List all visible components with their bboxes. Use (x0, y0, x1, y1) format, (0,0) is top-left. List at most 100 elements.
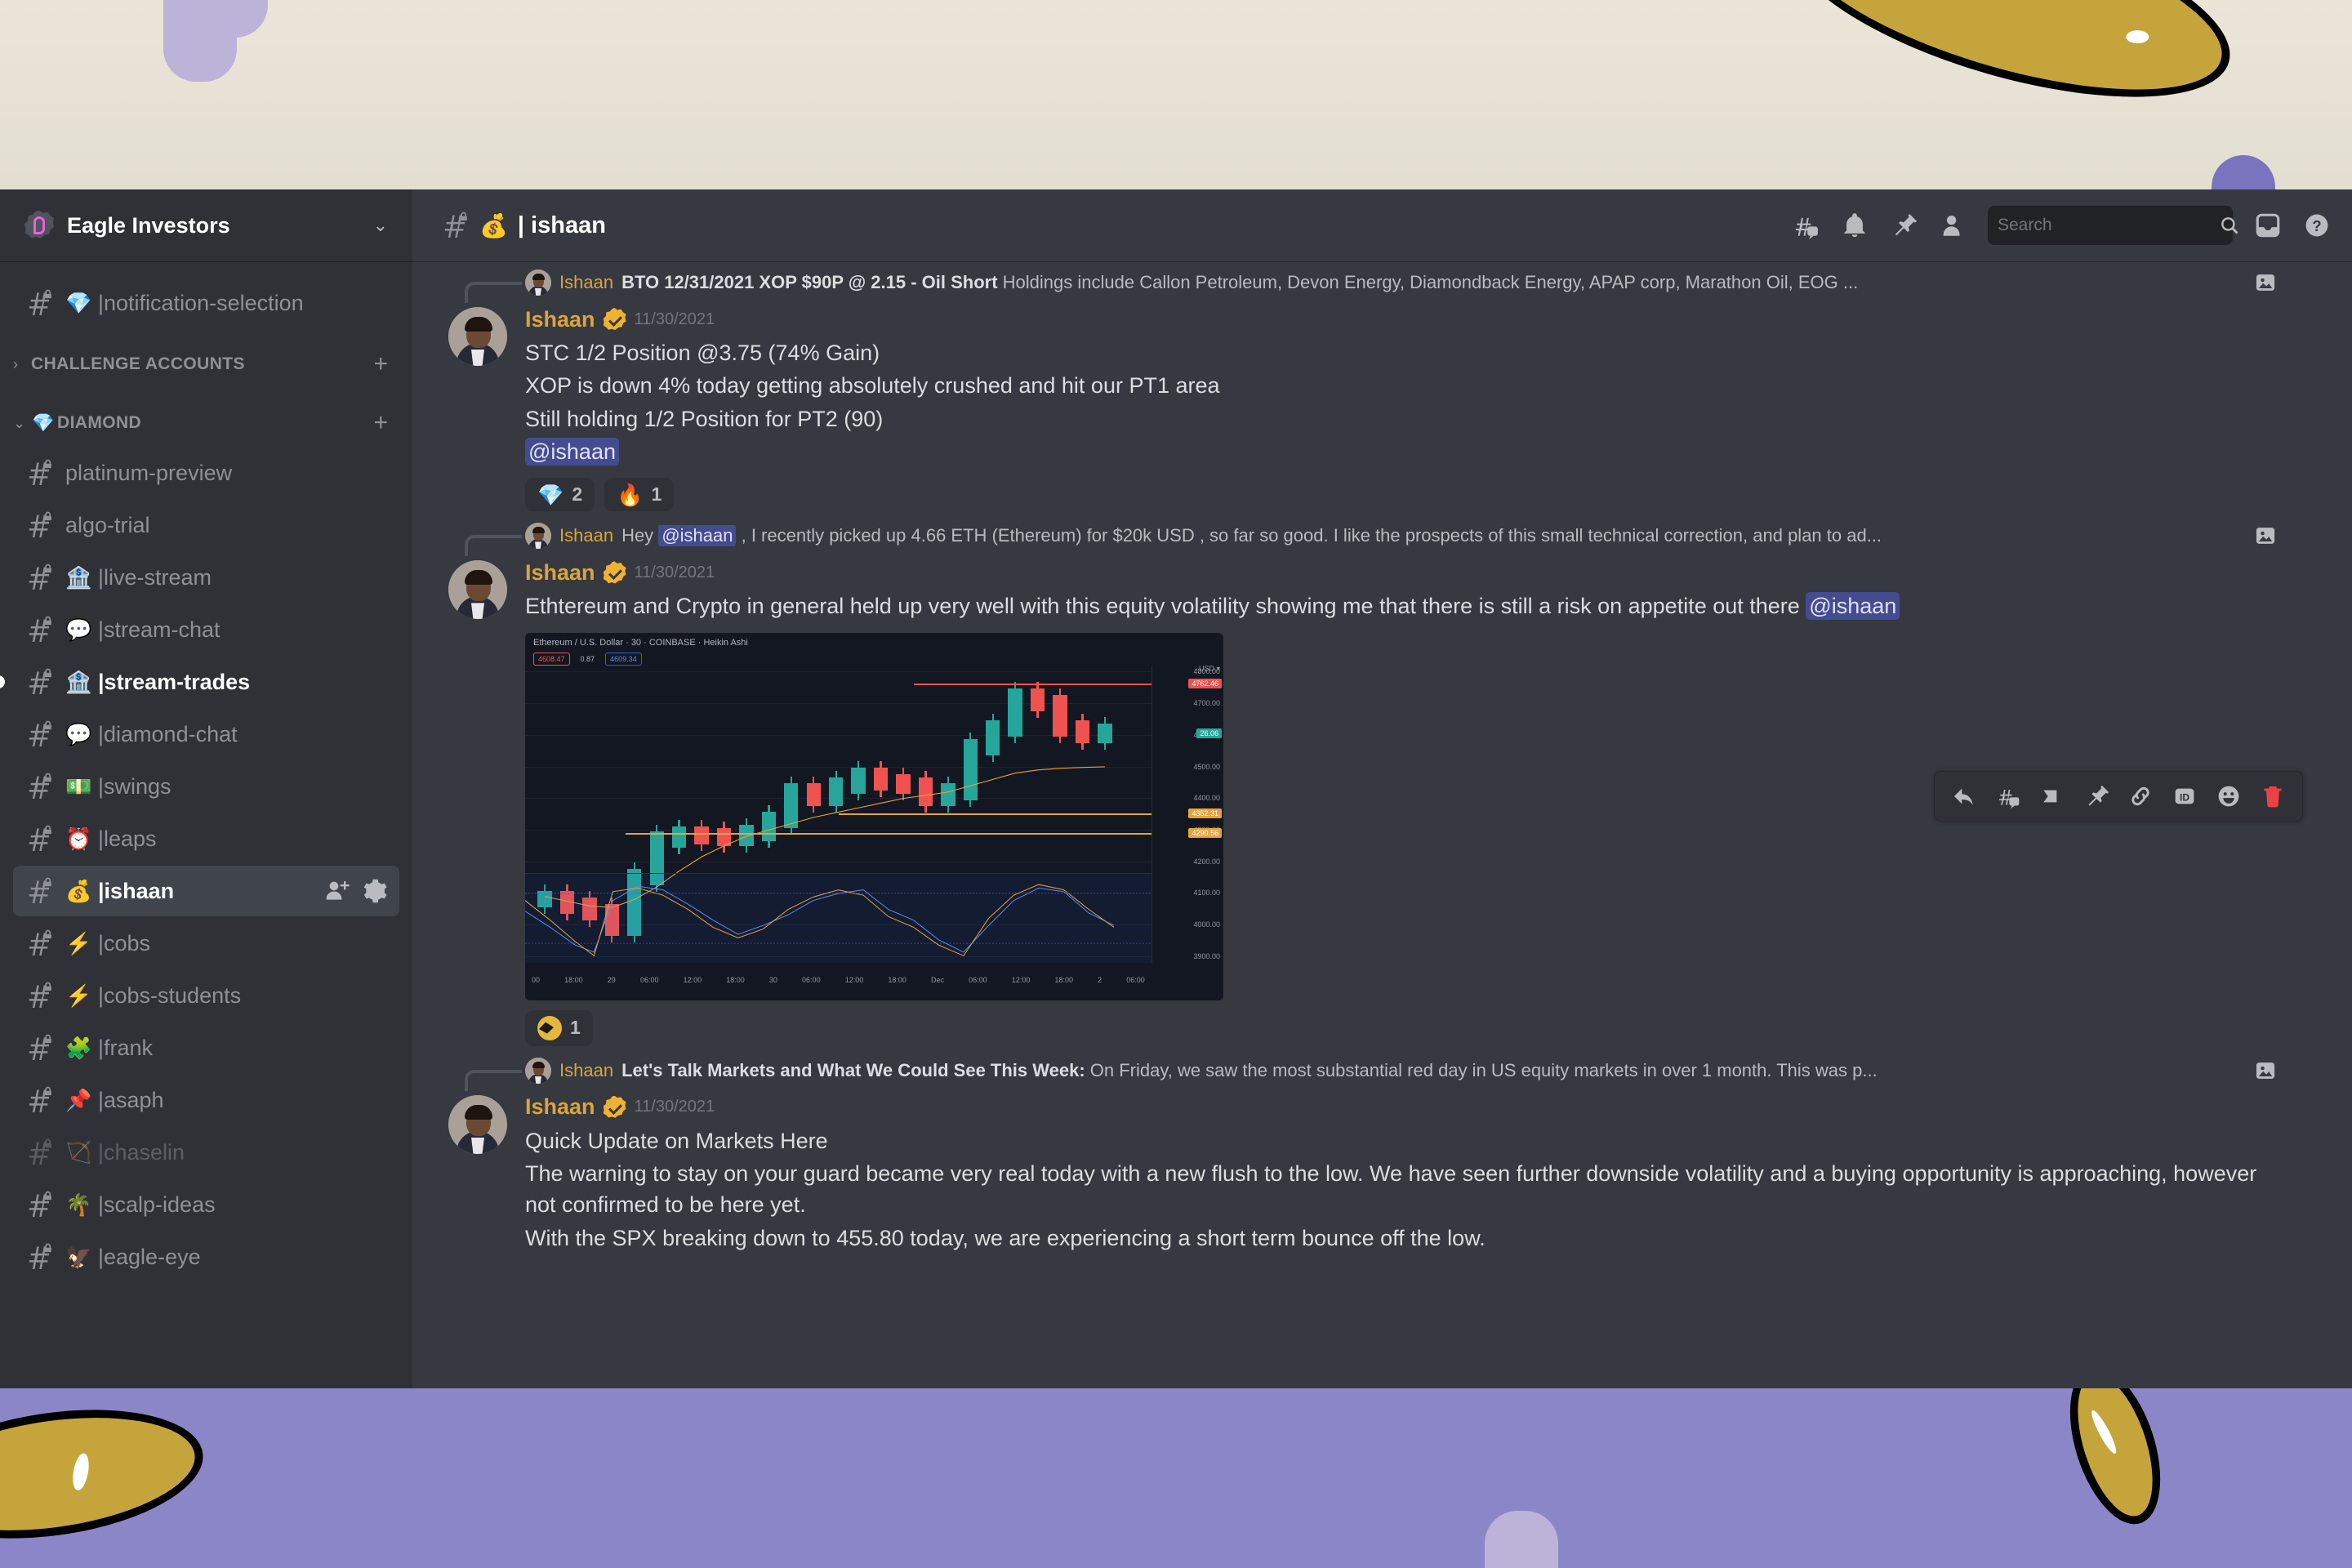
chevron-down-icon[interactable]: ⌄ (373, 215, 388, 236)
locked-hash-icon (24, 1084, 57, 1116)
reaction-button[interactable]: 🔥 1 (604, 478, 675, 512)
search-input[interactable] (1988, 206, 2238, 245)
axis-tick-label: 18:00 (726, 975, 745, 984)
locked-hash-icon (24, 509, 57, 541)
sidebar-channel-stream-trades[interactable]: 🏦 |stream-trades (0, 657, 399, 707)
channel-emoji: 🧩 (65, 1036, 92, 1060)
category-label: CHALLENGE ACCOUNTS (31, 354, 245, 373)
create-invite-icon[interactable] (324, 878, 350, 904)
message-author[interactable]: Ishaan (525, 560, 595, 586)
sidebar-channel-cobs-students[interactable]: ⚡ |cobs-students (13, 970, 399, 1021)
sidebar-channel-live-stream[interactable]: 🏦 |live-stream (13, 552, 399, 603)
threads-icon[interactable] (1792, 212, 1820, 239)
mention-pill[interactable]: @ishaan (658, 525, 737, 547)
message-author[interactable]: Ishaan (525, 1094, 595, 1120)
price-level-line (913, 683, 1152, 685)
channel-list[interactable]: 💎 |notification-selection › CHALLENGE AC… (0, 261, 412, 1388)
decorative-coin (1767, 0, 2251, 137)
channel-emoji: 💵 (65, 774, 92, 799)
mention-pill[interactable]: @ishaan (1806, 592, 1900, 621)
reply-author: Ishaan (559, 272, 614, 292)
reply-preview-text: Hey @ishaan , I recently picked up 4.66 … (621, 525, 1882, 547)
inbox-icon[interactable] (2254, 212, 2282, 239)
member-list-icon[interactable] (1939, 212, 1967, 239)
message-text-line: XOP is down 4% today getting absolutely … (525, 373, 1220, 399)
sidebar-channel-algo-trial[interactable]: algo-trial (13, 500, 399, 550)
reaction-button[interactable]: 💎 2 (525, 478, 595, 512)
reaction-emoji: 💎 (537, 482, 564, 507)
message-author[interactable]: Ishaan (525, 307, 595, 332)
search-icon (2219, 215, 2240, 236)
sidebar-channel-asaph[interactable]: 📌 |asaph (13, 1075, 399, 1125)
copy-id-icon[interactable]: ID (2172, 783, 2198, 809)
pinned-messages-icon[interactable] (1890, 212, 1918, 239)
reply-spine (465, 1069, 522, 1091)
search-field[interactable] (1998, 216, 2219, 235)
locked-hash-icon (24, 822, 57, 855)
message-header: Ishaan 11/30/2021 (525, 1090, 2277, 1125)
message-list[interactable]: Ishaan BTO 12/31/2021 XOP $90P @ 2.15 - O… (412, 261, 2352, 1388)
sidebar-channel-stream-chat[interactable]: 💬 |stream-chat (13, 604, 399, 655)
sidebar-channel-cobs[interactable]: ⚡ |cobs (13, 918, 399, 969)
chart-subchart (525, 872, 1152, 963)
reply-icon[interactable] (1951, 783, 1977, 809)
pin-message-icon[interactable] (2083, 783, 2109, 809)
axis-tick-label: 4800.00 (1193, 667, 1220, 676)
reply-reference[interactable]: Ishaan Let's Talk Markets and What We Cou… (465, 1053, 2277, 1091)
mention-pill[interactable]: @ishaan (525, 437, 619, 466)
mark-unread-icon[interactable] (2039, 783, 2065, 809)
sidebar-channel-swings[interactable]: 💵 |swings (13, 761, 399, 812)
price-level-label: 4352.31 (1188, 808, 1222, 818)
create-thread-icon[interactable] (1995, 783, 2021, 809)
eth-chart-attachment[interactable]: Ethereum / U.S. Dollar · 30 · COINBASE ·… (525, 632, 1223, 1000)
server-header[interactable]: Eagle Investors ⌄ (0, 189, 412, 261)
axis-tick-label: 3900.00 (1193, 951, 1220, 960)
reply-reference[interactable]: Ishaan Hey @ishaan , I recently picked up… (465, 518, 2277, 557)
message-content: Ishaan 11/30/2021 STC 1/2 Position @3.75 (… (525, 302, 2277, 512)
channel-name: platinum-preview (65, 460, 233, 485)
channel-emoji: 🌴 (65, 1192, 92, 1217)
reaction-button[interactable]: 1 (525, 1009, 593, 1046)
discord-app-window: Eagle Investors ⌄ 💎 |notification-select… (0, 189, 2352, 1388)
copy-link-icon[interactable] (2127, 783, 2154, 809)
sidebar-channel-diamond-chat[interactable]: 💬 |diamond-chat (13, 709, 399, 760)
avatar[interactable] (448, 1094, 507, 1154)
decorative-coin (2052, 1388, 2178, 1535)
avatar (525, 270, 551, 296)
page-title: | ishaan (517, 212, 606, 238)
sidebar-channel-ishaan[interactable]: 💰 |ishaan (13, 866, 399, 916)
edit-channel-icon[interactable] (362, 878, 388, 904)
avatar[interactable] (448, 307, 507, 366)
reply-reference[interactable]: Ishaan BTO 12/31/2021 XOP $90P @ 2.15 - O… (465, 265, 2277, 303)
channel-emoji: 🦅 (65, 1245, 92, 1269)
diamond-channel-list: platinum-preview algo-trial 🏦 |live-stream 💬… (0, 448, 412, 1282)
sidebar-channel-frank[interactable]: 🧩 |frank (13, 1022, 399, 1073)
delete-message-icon[interactable] (2260, 783, 2286, 809)
decorative-coin (0, 1392, 212, 1557)
sidebar-channel-leaps[interactable]: ⏰ |leaps (13, 813, 399, 864)
channel-emoji: 🏦 (65, 670, 92, 694)
sidebar-channel-eagle-eye[interactable]: 🦅 |eagle-eye (13, 1232, 399, 1282)
notification-bell-icon[interactable] (1841, 212, 1869, 239)
chart-value-1: 4608.47 (533, 652, 570, 666)
category-diamond[interactable]: ⌄ 💎 DIAMOND + (13, 400, 399, 446)
help-icon[interactable]: ? (2303, 212, 2331, 239)
chart-price-axis: USD ▾4800.004700.004600.004500.004400.00… (1152, 664, 1223, 963)
channel-name: |leaps (98, 826, 157, 851)
sidebar-channel-notification-selection[interactable]: 💎 |notification-selection (13, 278, 399, 328)
add-channel-icon[interactable]: + (373, 352, 388, 376)
channel-name: |stream-chat (98, 617, 220, 642)
sidebar-channel-chaselin[interactable]: 🏹 |chaselin (13, 1127, 399, 1178)
message: Ishaan 11/30/2021 Quick Update on Markets … (412, 1089, 2277, 1254)
category-challenge-accounts[interactable]: › CHALLENGE ACCOUNTS + (13, 341, 399, 387)
add-channel-icon[interactable]: + (373, 411, 388, 435)
axis-tick-label: 12:00 (683, 975, 702, 984)
axis-tick-label: 4100.00 (1193, 889, 1220, 898)
message-text-line: @ishaan (525, 435, 2277, 468)
avatar[interactable] (448, 560, 507, 620)
add-reaction-icon[interactable] (2216, 783, 2242, 809)
sidebar-channel-platinum-preview[interactable]: platinum-preview (13, 448, 399, 498)
axis-tick-label: 00 (532, 975, 541, 984)
sidebar-channel-scalp-ideas[interactable]: 🌴 |scalp-ideas (13, 1179, 399, 1230)
server-name: Eagle Investors (67, 212, 230, 238)
